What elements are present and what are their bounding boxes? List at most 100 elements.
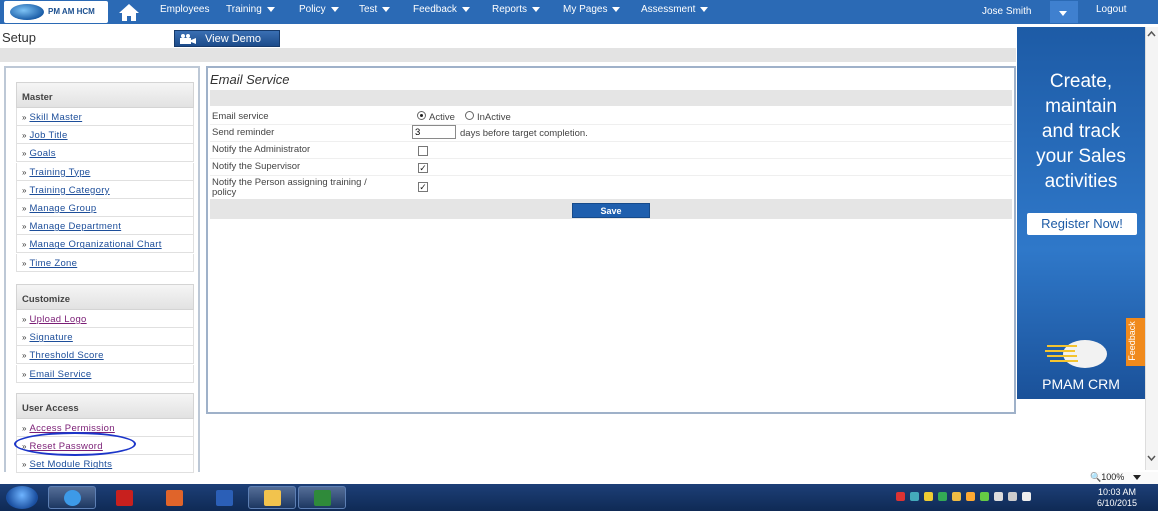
- sidebar-item-label[interactable]: Training Category: [29, 185, 109, 196]
- sun-icon[interactable]: [924, 492, 933, 501]
- sidebar-item-label[interactable]: Training Type: [29, 167, 90, 178]
- display-icon[interactable]: [1008, 492, 1017, 501]
- taskbar-presentation[interactable]: [150, 486, 198, 509]
- nav-my-pages[interactable]: My Pages: [563, 4, 621, 15]
- row-divider: [210, 158, 1012, 159]
- nav-test[interactable]: Test: [359, 4, 391, 15]
- radio-inactive[interactable]: [465, 111, 474, 120]
- nav-label: Assessment: [641, 4, 696, 15]
- taskbar-word[interactable]: [200, 486, 248, 509]
- nav-policy[interactable]: Policy: [299, 4, 339, 15]
- sidebar-item-label[interactable]: Goals: [29, 148, 55, 159]
- nav-label: Feedback: [413, 4, 457, 15]
- highlight-annotation: [14, 432, 136, 456]
- sidebar-item-set-module-rights[interactable]: » Set Module Rights: [16, 455, 194, 474]
- sidebar-item-signature[interactable]: » Signature: [16, 328, 194, 347]
- reminder-days-input[interactable]: [412, 125, 456, 139]
- view-demo-label: View Demo: [205, 33, 262, 45]
- register-now-button[interactable]: Register Now!: [1027, 213, 1137, 235]
- bullet-icon: »: [22, 369, 27, 379]
- notify-supervisor-checkbox[interactable]: ✓: [418, 163, 428, 173]
- user-menu-dropdown[interactable]: [1050, 1, 1078, 23]
- sidebar-item-label[interactable]: Threshold Score: [29, 350, 103, 361]
- excel-icon: [314, 490, 331, 506]
- sidebar-item-manage-organizational-chart[interactable]: » Manage Organizational Chart: [16, 235, 194, 254]
- radio-active[interactable]: [417, 111, 426, 120]
- chevron-down-icon: [266, 6, 275, 12]
- bullet-icon: »: [22, 131, 27, 141]
- sidebar-item-label[interactable]: Job Title: [29, 130, 67, 141]
- sidebar-item-job-title[interactable]: » Job Title: [16, 126, 194, 145]
- sidebar-item-time-zone[interactable]: » Time Zone: [16, 253, 194, 272]
- taskbar-acrobat[interactable]: [100, 486, 148, 509]
- send-reminder-label: Send reminder: [212, 127, 275, 138]
- clock-date: 6/10/2015: [1096, 498, 1138, 508]
- company-logo[interactable]: PM AM HCM: [4, 1, 108, 23]
- acrobat-icon: [116, 490, 133, 506]
- save-button[interactable]: Save: [572, 203, 650, 218]
- sidebar-item-manage-department[interactable]: » Manage Department: [16, 217, 194, 236]
- sidebar-section-user-access: User Access: [16, 393, 194, 419]
- sidebar-item-skill-master[interactable]: » Skill Master: [16, 108, 194, 126]
- sidebar-item-training-type[interactable]: » Training Type: [16, 162, 194, 181]
- chat-icon[interactable]: [966, 492, 975, 501]
- sidebar-item-label[interactable]: Manage Group: [29, 203, 96, 214]
- nav-training[interactable]: Training: [226, 4, 275, 15]
- chevron-down-icon[interactable]: [1145, 452, 1158, 464]
- zoom-control[interactable]: 🔍100%: [1090, 472, 1158, 484]
- sidebar-item-threshold-score[interactable]: » Threshold Score: [16, 346, 194, 365]
- volume-icon[interactable]: [1022, 492, 1031, 501]
- vertical-scrollbar[interactable]: [1145, 27, 1158, 470]
- notify-admin-checkbox[interactable]: [418, 146, 428, 156]
- sidebar-item-label[interactable]: Upload Logo: [29, 314, 86, 325]
- chevron-up-icon[interactable]: [1145, 28, 1158, 40]
- sidebar-item-label[interactable]: Skill Master: [29, 112, 82, 123]
- email-service-panel: Email Service Email service Active InAct…: [206, 66, 1016, 414]
- nav-assessment[interactable]: Assessment: [641, 4, 709, 15]
- sidebar-item-label[interactable]: Manage Organizational Chart: [29, 239, 161, 250]
- taskbar-clock[interactable]: 10:03 AM 6/10/2015: [1092, 487, 1142, 509]
- sidebar-item-label[interactable]: Manage Department: [29, 221, 121, 232]
- flag-icon[interactable]: [994, 492, 1003, 501]
- sidebar-item-manage-group[interactable]: » Manage Group: [16, 199, 194, 217]
- globe-logo-icon: [10, 4, 44, 20]
- taskbar-explorer[interactable]: [248, 486, 296, 509]
- logout-link[interactable]: Logout: [1096, 4, 1127, 15]
- chevron-down-icon: [461, 6, 470, 12]
- taskbar-internet-explorer[interactable]: [48, 486, 96, 509]
- chevron-down-icon: [1059, 11, 1067, 16]
- mail-icon[interactable]: [952, 492, 961, 501]
- notify-assigner-checkbox[interactable]: ✓: [418, 182, 428, 192]
- windows-start-icon[interactable]: [6, 486, 38, 509]
- system-tray: [896, 492, 1086, 504]
- nav-employees[interactable]: Employees: [160, 4, 209, 15]
- network-icon[interactable]: [910, 492, 919, 501]
- sidebar-item-training-category[interactable]: » Training Category: [16, 180, 194, 199]
- sidebar-item-label[interactable]: Time Zone: [29, 258, 77, 269]
- sidebar-item-label[interactable]: Set Module Rights: [29, 459, 112, 470]
- sidebar-item-goals[interactable]: » Goals: [16, 144, 194, 163]
- home-button[interactable]: [116, 1, 142, 23]
- feedback-tab[interactable]: Feedback: [1126, 318, 1146, 366]
- sidebar-item-label[interactable]: Signature: [29, 332, 72, 343]
- feedback-tab-label: Feedback: [1126, 321, 1137, 361]
- ad-headline-line: maintain: [1045, 96, 1117, 117]
- ad-headline-line: Create,: [1049, 71, 1113, 92]
- globe-icon[interactable]: [938, 492, 947, 501]
- sidebar-item-email-service[interactable]: » Email Service: [16, 364, 194, 383]
- top-nav-bar: PM AM HCM Employees Training Policy Test Fee…: [0, 0, 1158, 24]
- sidebar-item-upload-logo[interactable]: » Upload Logo: [16, 310, 194, 328]
- row-divider: [210, 124, 1012, 125]
- header-divider-bar: [0, 48, 1016, 62]
- bullet-icon: »: [22, 258, 27, 268]
- sidebar-item-label[interactable]: Email Service: [29, 369, 91, 380]
- shield-icon[interactable]: [896, 492, 905, 501]
- view-demo-button[interactable]: View Demo: [174, 30, 280, 47]
- nav-reports[interactable]: Reports: [492, 4, 541, 15]
- sidebar-section-master: Master: [16, 82, 194, 108]
- bullet-icon: »: [22, 167, 27, 177]
- bullet-icon: »: [22, 351, 27, 361]
- nav-feedback[interactable]: Feedback: [413, 4, 470, 15]
- taskbar-excel[interactable]: [298, 486, 346, 509]
- vpn-icon[interactable]: [980, 492, 989, 501]
